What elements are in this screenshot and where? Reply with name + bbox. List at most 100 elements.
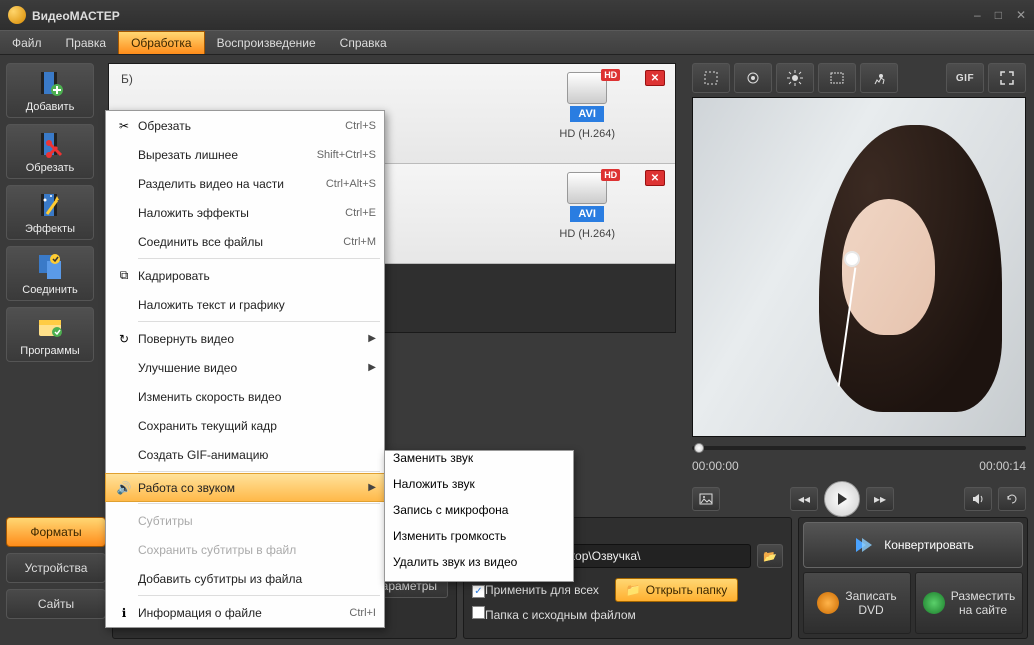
tool-icon <box>35 68 65 98</box>
open-folder-button[interactable]: 📁Открыть папку <box>615 578 738 602</box>
tool-icon <box>35 129 65 159</box>
prev-button[interactable]: ◂◂ <box>790 487 818 511</box>
menu-item[interactable]: Создать GIF-анимацию <box>106 440 384 469</box>
action-panel: Конвертировать ЗаписатьDVD Разместитьна … <box>798 517 1028 639</box>
dest-apply-all-checkbox[interactable]: ✓Применить для всех <box>472 583 599 598</box>
menu-воспроизведение[interactable]: Воспроизведение <box>205 31 328 54</box>
close-button[interactable]: ✕ <box>1016 8 1026 22</box>
app-logo-icon <box>8 6 26 24</box>
volume-icon[interactable] <box>964 487 992 511</box>
menu-справка[interactable]: Справка <box>328 31 399 54</box>
submenu-arrow-icon: ▶ <box>368 482 376 493</box>
menu-файл[interactable]: Файл <box>0 31 54 54</box>
submenu-item[interactable]: Запись с микрофона <box>385 503 573 529</box>
submenu-item[interactable]: Удалить звук из видео <box>385 555 573 581</box>
menu-item[interactable]: Наложить текст и графику <box>106 290 384 319</box>
side-tab-2[interactable]: Сайты <box>6 589 106 619</box>
menu-item[interactable]: 🔊Работа со звуком▶ <box>105 473 385 502</box>
speed-icon[interactable] <box>860 63 898 93</box>
fullscreen-icon[interactable] <box>988 63 1026 93</box>
menu-item-icon: ℹ <box>110 606 138 620</box>
menu-item[interactable]: ↻Повернуть видео▶ <box>106 324 384 353</box>
tool-label: Добавить <box>26 101 75 113</box>
effect-toolbar: GIF <box>692 63 1026 93</box>
menu-item[interactable]: Улучшение видео ▶ <box>106 353 384 382</box>
submenu-item-label: Заменить звук <box>385 451 573 465</box>
submenu-arrow-icon: ▶ <box>368 362 376 373</box>
menu-item[interactable]: Добавить субтитры из файла <box>106 564 384 593</box>
menu-item-label: Улучшение видео <box>138 361 364 375</box>
tool-label: Эффекты <box>25 223 75 235</box>
source-folder-checkbox[interactable]: Папка с исходным файлом <box>472 606 636 622</box>
menu-item-label: Создать GIF-анимацию <box>138 448 376 462</box>
seek-bar[interactable] <box>692 443 1026 453</box>
remove-file-button[interactable]: ✕ <box>645 70 665 86</box>
menu-item[interactable]: ⧉Кадрировать <box>106 261 384 290</box>
brightness-icon[interactable] <box>776 63 814 93</box>
menu-item-label: Добавить субтитры из файла <box>138 572 376 586</box>
format-tabs: Форматы Устройства Сайты <box>6 517 106 639</box>
menu-item[interactable]: ℹИнформация о файлеCtrl+I <box>106 598 384 627</box>
format-box: HDAVIHD (H.264) <box>559 172 615 240</box>
convert-button[interactable]: Конвертировать <box>803 522 1023 568</box>
side-tab-0[interactable]: Форматы <box>6 517 106 547</box>
minimize-button[interactable]: – <box>974 8 981 22</box>
tool-обрезать[interactable]: Обрезать <box>6 124 94 179</box>
titlebar: ВидеоМАСТЕР – □ ✕ <box>0 0 1034 30</box>
submenu-item[interactable]: Наложить звук <box>385 477 573 503</box>
effects-icon[interactable] <box>818 63 856 93</box>
menu-item-label: Вырезать лишнее <box>138 148 317 162</box>
menu-item[interactable]: ✂ОбрезатьCtrl+S <box>106 111 384 140</box>
browse-folder-icon[interactable]: 📂 <box>757 544 783 568</box>
maximize-button[interactable]: □ <box>995 8 1002 22</box>
menu-item-label: Обрезать <box>138 119 345 133</box>
menu-item-icon: ⧉ <box>110 268 138 283</box>
burn-dvd-button[interactable]: ЗаписатьDVD <box>803 572 911 634</box>
menu-shortcut: Ctrl+E <box>345 207 376 219</box>
tool-label: Соединить <box>22 284 78 296</box>
submenu-item-label: Наложить звук <box>385 477 573 491</box>
focus-icon[interactable] <box>734 63 772 93</box>
remove-file-button[interactable]: ✕ <box>645 170 665 186</box>
menu-item[interactable]: Разделить видео на частиCtrl+Alt+S <box>106 169 384 198</box>
tool-соединить[interactable]: Соединить <box>6 246 94 301</box>
seek-thumb[interactable] <box>694 443 704 453</box>
format-box: HDAVIHD (H.264) <box>559 72 615 140</box>
menu-item-label: Сохранить текущий кадр <box>138 419 376 433</box>
tool-эффекты[interactable]: Эффекты <box>6 185 94 240</box>
menu-shortcut: Ctrl+M <box>343 236 376 248</box>
menu-item-label: Субтитры <box>138 514 376 528</box>
menu-item[interactable]: Наложить эффектыCtrl+E <box>106 198 384 227</box>
tool-добавить[interactable]: Добавить <box>6 63 94 118</box>
crop-icon[interactable] <box>692 63 730 93</box>
menu-item[interactable]: Соединить все файлыCtrl+M <box>106 227 384 256</box>
menu-item[interactable]: Сохранить текущий кадр <box>106 411 384 440</box>
submenu-item-label: Удалить звук из видео <box>385 555 573 569</box>
camera-icon: HD <box>567 172 607 204</box>
menu-item-label: Информация о файле <box>138 606 349 620</box>
camera-icon: HD <box>567 72 607 104</box>
menu-правка[interactable]: Правка <box>54 31 119 54</box>
snapshot-icon[interactable] <box>692 487 720 511</box>
submenu-item[interactable]: Заменить звук <box>385 451 573 477</box>
next-button[interactable]: ▸▸ <box>866 487 894 511</box>
loop-icon[interactable] <box>998 487 1026 511</box>
side-tab-1[interactable]: Устройства <box>6 553 106 583</box>
menu-item[interactable]: Изменить скорость видео <box>106 382 384 411</box>
menu-item-icon: ↻ <box>110 332 138 346</box>
tool-label: Обрезать <box>26 162 75 174</box>
menu-item-label: Кадрировать <box>138 269 376 283</box>
play-button[interactable] <box>824 481 860 517</box>
gif-button[interactable]: GIF <box>946 63 984 93</box>
tool-программы[interactable]: Программы <box>6 307 94 362</box>
tool-icon <box>35 251 65 281</box>
menu-обработка[interactable]: Обработка <box>118 31 205 54</box>
tool-icon <box>35 312 65 342</box>
time-current: 00:00:00 <box>692 459 739 473</box>
submenu-item[interactable]: Изменить громкость <box>385 529 573 555</box>
menu-item[interactable]: Вырезать лишнееShift+Ctrl+S <box>106 140 384 169</box>
publish-site-button[interactable]: Разместитьна сайте <box>915 572 1023 634</box>
format-badge: AVI <box>570 206 604 222</box>
submenu-item-label: Изменить громкость <box>385 529 573 543</box>
menu-item-label: Работа со звуком <box>138 481 364 495</box>
